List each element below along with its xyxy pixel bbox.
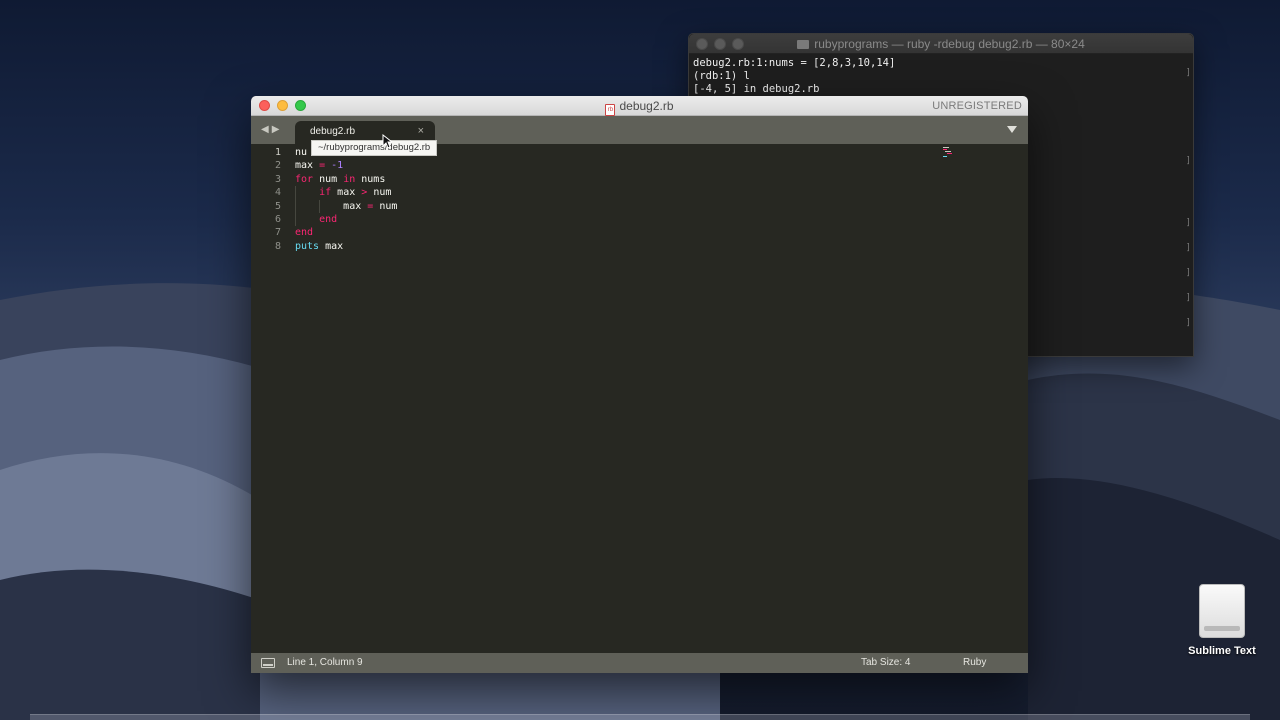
external-drive-icon[interactable] (1199, 584, 1245, 638)
code-token: num (319, 173, 338, 185)
code-token: > (361, 187, 368, 199)
window-title-text: debug2.rb (619, 99, 674, 113)
folder-icon (797, 40, 810, 49)
console-toggle-icon[interactable] (261, 658, 275, 668)
code-line: puts max (295, 240, 948, 253)
line-number-gutter: 1 2 3 4 5 6 7 8 (251, 146, 281, 253)
code-token: puts (295, 240, 320, 252)
code-token: max (337, 187, 356, 199)
unregistered-label: UNREGISTERED (932, 100, 1022, 112)
chevron-left-icon[interactable]: ◀ (261, 124, 272, 135)
line-number: 4 (274, 187, 281, 199)
code-token: for (295, 173, 314, 185)
code-token: max (295, 160, 314, 172)
code-token: = (319, 160, 326, 172)
code-line: if max > num (295, 186, 948, 200)
tab-path-tooltip: ~/rubyprograms/debug2.rb (311, 140, 438, 156)
code-content[interactable]: nu max = -1 for num in nums if max > num… (295, 146, 948, 253)
ruby-file-icon: rb (605, 104, 616, 116)
code-line: max = num (295, 199, 948, 213)
terminal-line: debug2.rb:1:nums = [2,8,3,10,14] (693, 57, 896, 69)
status-bar: Line 1, Column 9 Tab Size: 4 Ruby (251, 653, 1028, 673)
syntax-selector[interactable]: Ruby (963, 657, 986, 668)
sublime-titlebar[interactable]: rb debug2.rb UNREGISTERED (251, 96, 1028, 116)
line-number: 6 (274, 213, 281, 225)
tab-close-icon[interactable]: × (418, 125, 424, 137)
terminal-title: rubyprograms — ruby -rdebug debug2.rb — … (689, 37, 1193, 51)
mouse-cursor-icon (382, 134, 392, 149)
dock[interactable] (30, 714, 1250, 720)
line-number: 1 (274, 147, 281, 158)
tab-label: debug2.rb (310, 126, 356, 137)
terminal-line: [-4, 5] in debug2.rb (693, 83, 820, 95)
line-number: 7 (274, 227, 281, 239)
code-token: in (343, 173, 356, 185)
indent-guide (295, 199, 296, 213)
code-editor[interactable]: 1 2 3 4 5 6 7 8 nu max = -1 for num in n… (251, 146, 1028, 653)
code-token: nu (295, 147, 308, 158)
indent-guide (295, 186, 296, 200)
minimap[interactable] (942, 146, 958, 158)
terminal-titlebar[interactable]: rubyprograms — ruby -rdebug debug2.rb — … (689, 34, 1193, 54)
cursor-position: Line 1, Column 9 (287, 657, 363, 668)
drive-label: Sublime Text (1188, 645, 1256, 657)
code-token: max (343, 200, 362, 212)
chevron-down-icon[interactable] (1007, 126, 1017, 133)
line-number: 2 (274, 160, 281, 172)
code-token: num (373, 187, 392, 199)
code-token: -1 (331, 160, 344, 172)
terminal-title-text: rubyprograms — ruby -rdebug debug2.rb — … (814, 37, 1085, 51)
chevron-right-icon[interactable]: ▶ (272, 124, 283, 135)
code-token: nums (361, 173, 386, 185)
terminal-line: (rdb:1) l (693, 70, 750, 82)
code-token: max (325, 240, 344, 252)
line-number: 5 (274, 200, 281, 212)
code-token: end (295, 227, 314, 239)
code-token: if (319, 187, 332, 199)
tab-nav-arrows[interactable]: ◀▶ (261, 124, 282, 135)
line-number: 3 (274, 173, 281, 185)
code-line: end (295, 212, 948, 227)
tab-size-selector[interactable]: Tab Size: 4 (861, 657, 910, 668)
sublime-window[interactable]: rb debug2.rb UNREGISTERED ◀▶ debug2.rb × … (251, 96, 1028, 673)
line-number: 8 (274, 240, 281, 252)
code-line: max = -1 (295, 159, 948, 172)
indent-guide (319, 199, 320, 213)
window-title: rb debug2.rb (251, 99, 1028, 116)
code-line: end (295, 226, 948, 239)
terminal-output[interactable]: debug2.rb:1:nums = [2,8,3,10,14] (rdb:1)… (689, 54, 1193, 99)
code-token: num (379, 200, 398, 212)
indent-guide (295, 212, 296, 227)
code-line: for num in nums (295, 173, 948, 186)
desktop-drive-sublime-text[interactable]: Sublime Text (1181, 584, 1263, 657)
code-token: end (319, 213, 338, 225)
code-token: = (367, 200, 374, 212)
